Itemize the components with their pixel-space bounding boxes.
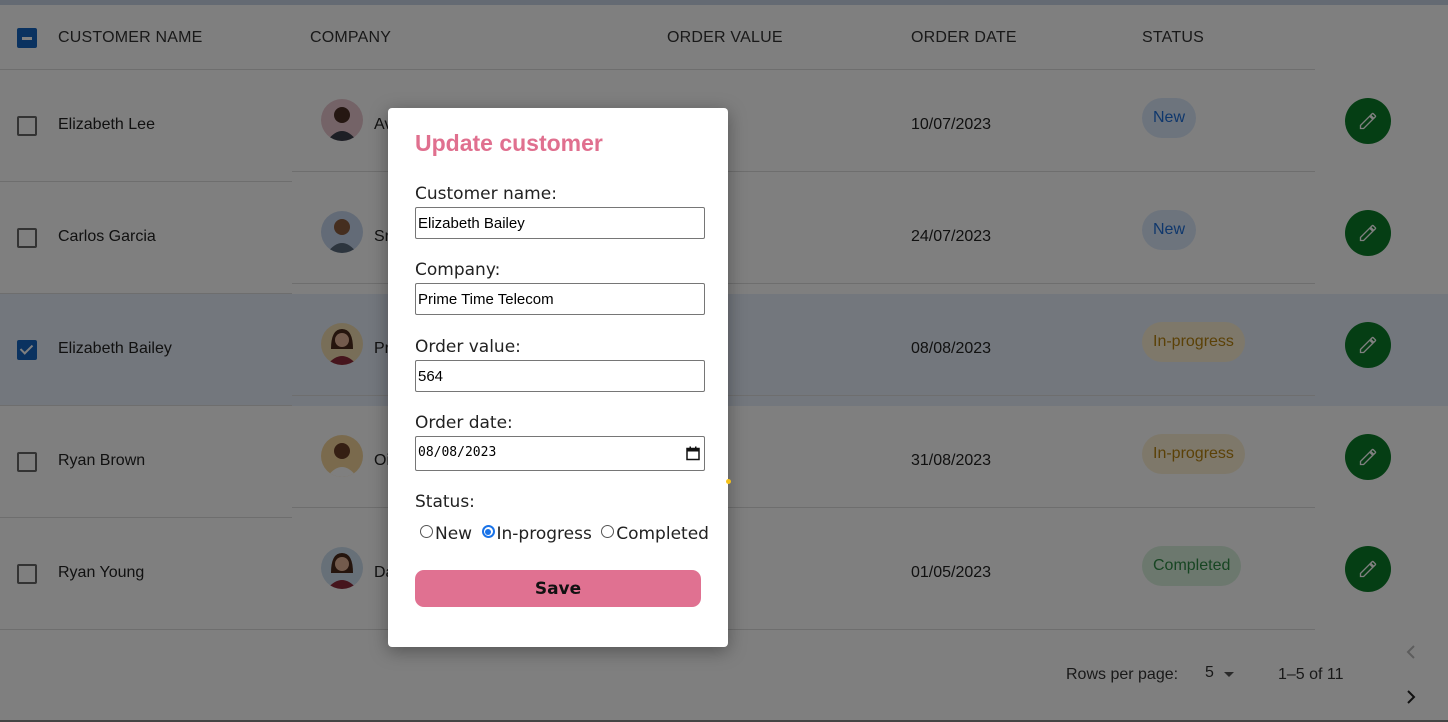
status-radio-in-progress[interactable] <box>481 525 495 538</box>
status-label: Status: <box>415 492 475 512</box>
status-radio-new[interactable] <box>420 525 433 538</box>
update-customer-dialog: Update customer Customer name: Company: … <box>388 108 728 647</box>
company-label: Company: <box>415 260 501 280</box>
status-radio-completed[interactable] <box>601 525 615 538</box>
save-button[interactable]: Save <box>415 570 701 607</box>
order-date-label: Order date: <box>415 413 513 433</box>
customer-name-input[interactable] <box>415 207 705 239</box>
calendar-icon[interactable] <box>686 446 700 461</box>
status-radio-group: New In-progress Completed <box>420 524 713 544</box>
dialog-title: Update customer <box>415 130 603 156</box>
company-input[interactable] <box>415 283 705 315</box>
status-option-new[interactable]: New <box>435 524 472 544</box>
order-value-input[interactable] <box>415 360 705 392</box>
order-value-label: Order value: <box>415 337 521 357</box>
status-option-in-progress[interactable]: In-progress <box>497 524 592 544</box>
order-date-value: 08/08/2023 <box>418 445 497 460</box>
status-option-completed[interactable]: Completed <box>616 524 709 544</box>
customer-name-label: Customer name: <box>415 184 557 204</box>
order-date-input[interactable]: 08/08/2023 <box>415 436 705 471</box>
cursor-dot <box>726 479 731 484</box>
